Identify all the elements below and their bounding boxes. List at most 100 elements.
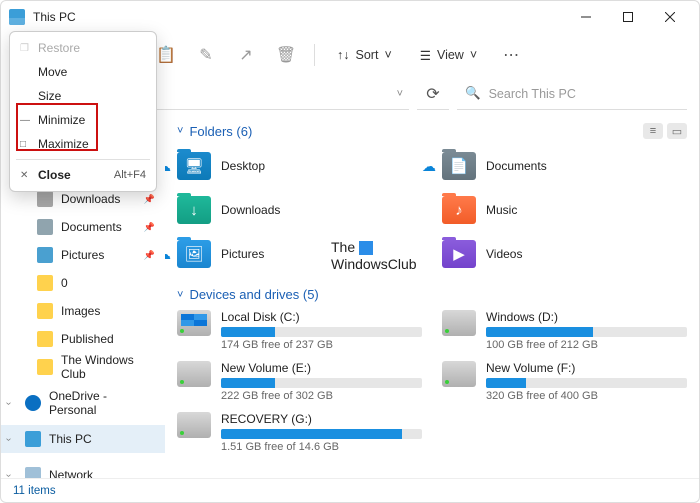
drive-free-text: 222 GB free of 302 GB [221, 390, 422, 402]
search-input[interactable]: 🔍 Search This PC [457, 78, 687, 110]
sidebar-label: Published [61, 332, 114, 346]
restore-icon: ❐ [20, 43, 38, 54]
drive-item[interactable]: Windows (D:) 100 GB free of 212 GB [442, 310, 687, 351]
sidebar-label: Network [49, 468, 93, 478]
drive-icon [177, 361, 211, 387]
share-button[interactable]: ↗ [230, 39, 262, 71]
sidebar-item-thispc[interactable]: › This PC [1, 425, 165, 453]
menu-label: Minimize [38, 113, 85, 127]
section-header-folders[interactable]: ˅ Folders (6) ≡ ▭ [177, 123, 687, 139]
drive-usage-bar [221, 378, 422, 388]
sidebar-item-folder[interactable]: 0 [1, 269, 165, 297]
chevron-down-icon[interactable]: ˅ [397, 88, 403, 100]
folder-icon: 🖼 [177, 240, 211, 268]
drive-free-text: 320 GB free of 400 GB [486, 390, 687, 402]
refresh-button[interactable]: ⟳ [417, 78, 449, 110]
title-bar: This PC [1, 1, 699, 33]
sidebar-label: OneDrive - Personal [49, 389, 157, 417]
maximize-button[interactable] [607, 1, 649, 33]
sidebar-label: This PC [49, 432, 92, 446]
folder-label: Documents [486, 159, 547, 173]
minimize-button[interactable] [565, 1, 607, 33]
folder-icon: 🖥 [177, 152, 211, 180]
drive-item[interactable]: New Volume (E:) 222 GB free of 302 GB [177, 361, 422, 402]
item-count: 11 items [13, 485, 56, 497]
group-collapse-icon[interactable]: ≡ [643, 123, 663, 139]
sidebar-label: Documents [61, 220, 122, 234]
drive-item[interactable]: New Volume (F:) 320 GB free of 400 GB [442, 361, 687, 402]
drive-usage-bar [486, 378, 687, 388]
more-button[interactable]: ⋯ [495, 39, 527, 71]
system-menu: ❐Restore Move Size —Minimize □Maximize ✕… [9, 31, 157, 192]
chevron-right-icon: › [3, 473, 14, 476]
sidebar-item-folder[interactable]: The Windows Club [1, 353, 165, 381]
documents-icon [37, 219, 53, 235]
delete-button[interactable]: 🗑 [270, 39, 302, 71]
menu-shortcut: Alt+F4 [114, 169, 146, 181]
sort-button[interactable]: ↑↓Sort˅ [327, 39, 402, 71]
window-title: This PC [33, 10, 76, 24]
folder-label: Videos [486, 247, 522, 261]
chevron-right-icon: › [3, 437, 14, 440]
cloud-icon: ☁ [422, 158, 436, 175]
drive-usage-bar [221, 327, 422, 337]
folder-downloads[interactable]: ↓Downloads [177, 191, 422, 229]
menu-size[interactable]: Size [10, 84, 156, 108]
folder-icon [37, 275, 53, 291]
chevron-down-icon: ˅ [177, 289, 183, 301]
folder-label: Pictures [221, 247, 264, 261]
status-bar: 11 items [1, 478, 699, 502]
sort-label: Sort [356, 48, 379, 62]
content-pane: ˅ Folders (6) ≡ ▭ ☁🖥Desktop ☁📄Documents … [165, 117, 699, 478]
menu-label: Size [38, 89, 61, 103]
cloud-icon: ☁ [165, 246, 171, 263]
folder-icon [37, 359, 53, 375]
menu-label: Close [38, 168, 71, 182]
maximize-icon: □ [20, 139, 38, 150]
drive-usage-bar [486, 327, 687, 337]
sidebar-item-folder[interactable]: Published [1, 325, 165, 353]
divider [314, 44, 315, 66]
folder-documents[interactable]: ☁📄Documents [442, 147, 687, 185]
drive-name: Windows (D:) [486, 310, 687, 324]
section-title: Devices and drives (5) [189, 287, 318, 302]
sidebar-label: Pictures [61, 248, 104, 262]
drive-name: RECOVERY (G:) [221, 412, 422, 426]
search-icon: 🔍 [465, 86, 481, 101]
sidebar-item-network[interactable]: › Network [1, 461, 165, 478]
folder-icon: ♪ [442, 196, 476, 224]
folder-pictures[interactable]: ☁🖼Pictures [177, 235, 422, 273]
sidebar-item-onedrive[interactable]: ›OneDrive - Personal [1, 389, 165, 417]
sidebar-item-folder[interactable]: Images [1, 297, 165, 325]
menu-label: Move [38, 65, 67, 79]
menu-label: Maximize [38, 137, 89, 151]
menu-separator [16, 159, 150, 160]
group-options-icon[interactable]: ▭ [667, 123, 687, 139]
folder-videos[interactable]: ▶Videos [442, 235, 687, 273]
menu-maximize[interactable]: □Maximize [10, 132, 156, 156]
menu-move[interactable]: Move [10, 60, 156, 84]
close-button[interactable] [649, 1, 691, 33]
folder-label: Music [486, 203, 517, 217]
drive-icon [442, 310, 476, 336]
drive-icon [177, 412, 211, 438]
drive-item[interactable]: RECOVERY (G:) 1.51 GB free of 14.6 GB [177, 412, 422, 453]
menu-minimize[interactable]: —Minimize [10, 108, 156, 132]
drive-item[interactable]: Local Disk (C:) 174 GB free of 237 GB [177, 310, 422, 351]
folder-icon: 📄 [442, 152, 476, 180]
onedrive-icon [25, 395, 41, 411]
sort-icon: ↑↓ [337, 48, 350, 62]
section-header-drives[interactable]: ˅ Devices and drives (5) [177, 287, 687, 302]
downloads-icon [37, 191, 53, 207]
cloud-icon: ☁ [165, 158, 171, 175]
pictures-icon [37, 247, 53, 263]
sidebar-item-pictures[interactable]: Pictures📌 [1, 241, 165, 269]
menu-close[interactable]: ✕CloseAlt+F4 [10, 163, 156, 187]
rename-button[interactable]: ✎ [190, 39, 222, 71]
sidebar-item-documents[interactable]: Documents📌 [1, 213, 165, 241]
app-icon [9, 9, 25, 25]
folder-desktop[interactable]: ☁🖥Desktop [177, 147, 422, 185]
drive-name: New Volume (F:) [486, 361, 687, 375]
view-button[interactable]: ☰View˅ [410, 39, 487, 71]
folder-music[interactable]: ♪ Music [442, 191, 687, 229]
